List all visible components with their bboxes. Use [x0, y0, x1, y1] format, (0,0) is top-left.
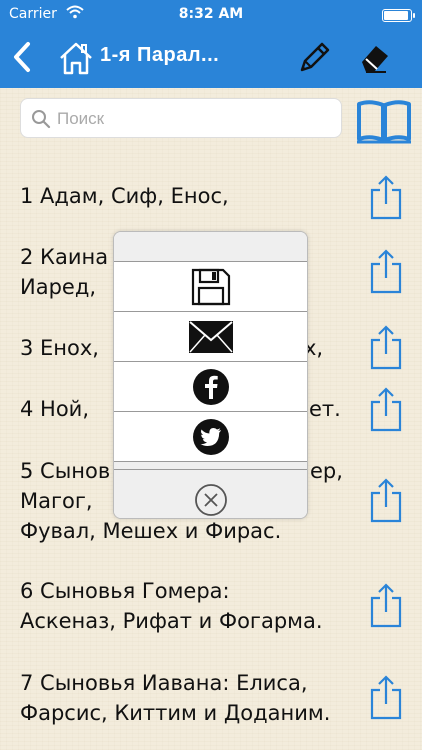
- verse-7[interactable]: 7 Сыновья Иавана: Елиса, Фарсис, Киттим …: [20, 668, 370, 728]
- verse-5-tail: ер,: [310, 459, 343, 483]
- mail-icon: [188, 320, 233, 353]
- share-icon[interactable]: [368, 248, 404, 294]
- verse-1[interactable]: 1 Адам, Сиф, Енос,: [20, 181, 370, 211]
- save-button[interactable]: [114, 262, 307, 312]
- battery-icon: [382, 9, 415, 22]
- verse-line: 7 Сыновья Иавана: Елиса,: [20, 671, 308, 695]
- facebook-share-button[interactable]: [114, 362, 307, 412]
- nav-bar: 1-я Парал...: [0, 28, 422, 88]
- verse-line: Фарсис, Киттим и Доданим.: [20, 701, 331, 725]
- verse-line: Аскеназ, Рифат и Фогарма.: [20, 609, 323, 633]
- popup-header: [114, 232, 307, 262]
- verse-6[interactable]: 6 Сыновья Гомера: Аскеназ, Рифат и Фогар…: [20, 576, 370, 636]
- clock: 8:32 AM: [178, 6, 244, 22]
- popup-divider: [114, 462, 307, 470]
- share-icon[interactable]: [368, 674, 404, 720]
- search-input[interactable]: [57, 105, 327, 133]
- verse-4-tail: ет.: [309, 397, 341, 421]
- twitter-icon: [192, 418, 229, 455]
- share-icon[interactable]: [368, 174, 404, 220]
- share-icon[interactable]: [368, 477, 404, 523]
- search-icon: [32, 110, 51, 129]
- back-arrow-icon[interactable]: [10, 40, 34, 74]
- verse-line: 1 Адам, Сиф, Енос,: [20, 184, 229, 208]
- close-circle-icon: [194, 484, 227, 516]
- share-popup: [113, 231, 308, 519]
- eraser-icon[interactable]: [356, 40, 392, 76]
- twitter-share-button[interactable]: [114, 412, 307, 462]
- verse-line: 6 Сыновья Гомера:: [20, 579, 230, 603]
- open-book-icon[interactable]: [356, 98, 412, 146]
- app-header: Carrier 8:32 AM 1-я Парал...: [0, 0, 422, 88]
- verse-line: Фувал, Мешех и Фирас.: [20, 519, 282, 543]
- share-icon[interactable]: [368, 324, 404, 370]
- share-icon[interactable]: [368, 582, 404, 628]
- facebook-icon: [192, 368, 229, 405]
- home-icon[interactable]: [58, 40, 94, 76]
- email-button[interactable]: [114, 312, 307, 362]
- save-icon: [191, 268, 230, 305]
- status-bar: Carrier 8:32 AM: [0, 0, 422, 28]
- page-title: 1-я Парал...: [100, 44, 220, 66]
- search-bar: [20, 98, 342, 138]
- share-icon[interactable]: [368, 386, 404, 432]
- pencil-icon[interactable]: [296, 40, 332, 76]
- close-popup-button[interactable]: [114, 470, 307, 518]
